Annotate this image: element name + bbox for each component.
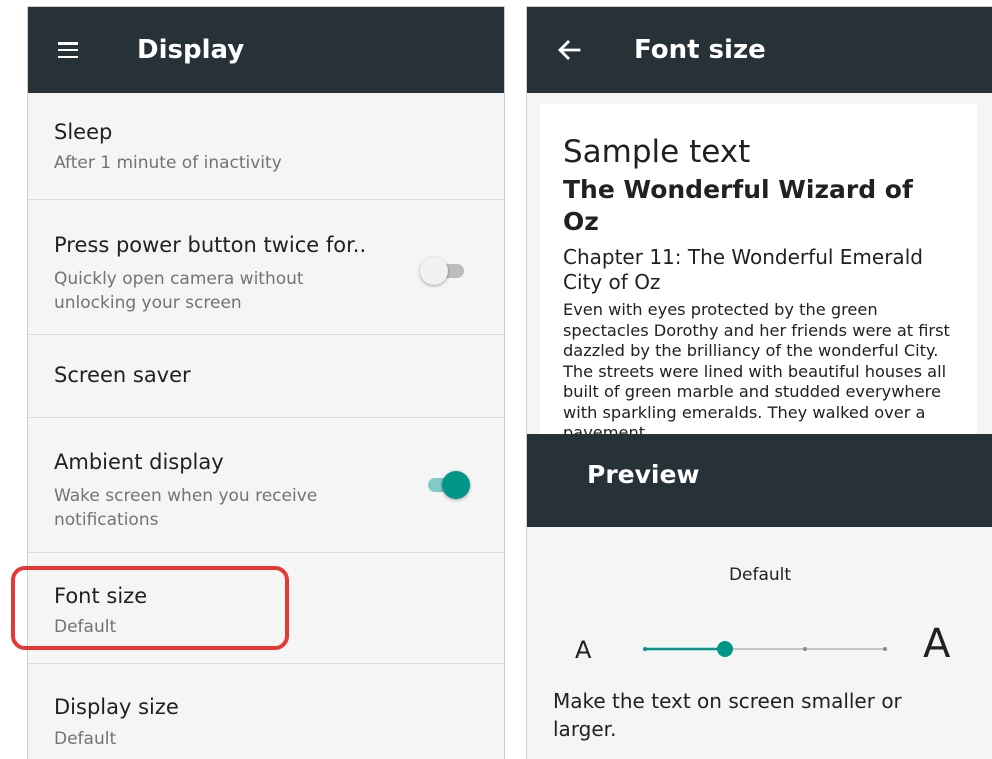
setting-title: Ambient display <box>54 450 224 474</box>
ambient-display-toggle[interactable] <box>424 471 470 499</box>
smaller-font-icon: A <box>575 636 592 664</box>
toggle-thumb <box>420 257 448 285</box>
slider-tick <box>803 647 807 651</box>
setting-summary: Wake screen when you receive notificatio… <box>54 486 318 530</box>
sample-text: Sample text <box>563 134 751 170</box>
font-size-description: Make the text on screen smaller or large… <box>553 689 902 741</box>
setting-screen-saver[interactable]: Screen saver <box>28 335 504 418</box>
larger-font-icon: A <box>923 621 951 667</box>
font-size-highlight-box <box>11 566 289 650</box>
book-title: The Wonderful Wizard of Oz <box>563 175 913 236</box>
setting-ambient-display[interactable]: Ambient display Wake screen when you rec… <box>28 418 504 553</box>
app-bar: Font size <box>527 7 992 93</box>
chapter-title: Chapter 11: The Wonderful Emerald City o… <box>563 245 923 294</box>
preview-header: Preview <box>527 434 992 527</box>
slider-tick <box>883 647 887 651</box>
menu-icon[interactable] <box>58 42 78 59</box>
page-title: Display <box>137 35 245 65</box>
current-size-label: Default <box>728 565 792 585</box>
setting-summary: After 1 minute of inactivity <box>54 153 282 173</box>
slider-thumb <box>717 641 733 657</box>
setting-display-size[interactable]: Display size Default <box>28 664 504 759</box>
setting-title: Screen saver <box>54 363 191 387</box>
setting-title: Press power button twice for.. <box>54 233 367 257</box>
sample-paragraph: Even with eyes protected by the green sp… <box>563 300 950 434</box>
app-bar: Display <box>28 7 504 93</box>
slider-tick <box>643 647 647 651</box>
setting-power-button-twice[interactable]: Press power button twice for.. Quickly o… <box>28 200 504 335</box>
camera-shortcut-toggle[interactable] <box>420 257 468 285</box>
font-size-slider[interactable] <box>643 637 887 661</box>
page-title: Font size <box>634 35 766 65</box>
font-size-controls: Default A A Make the text on screen smal… <box>527 527 992 759</box>
preview-card: Sample text The Wonderful Wizard of Oz C… <box>540 104 977 434</box>
toggle-thumb <box>442 471 470 499</box>
setting-summary: Quickly open camera without unlocking yo… <box>54 269 304 313</box>
back-arrow-icon[interactable] <box>554 35 584 65</box>
setting-sleep[interactable]: Sleep After 1 minute of inactivity <box>28 93 504 200</box>
font-size-screen: Font size Sample text The Wonderful Wiza… <box>526 6 992 759</box>
setting-title: Display size <box>54 695 179 719</box>
setting-title: Sleep <box>54 120 113 144</box>
setting-summary: Default <box>54 729 117 749</box>
preview-label: Preview <box>587 460 700 489</box>
